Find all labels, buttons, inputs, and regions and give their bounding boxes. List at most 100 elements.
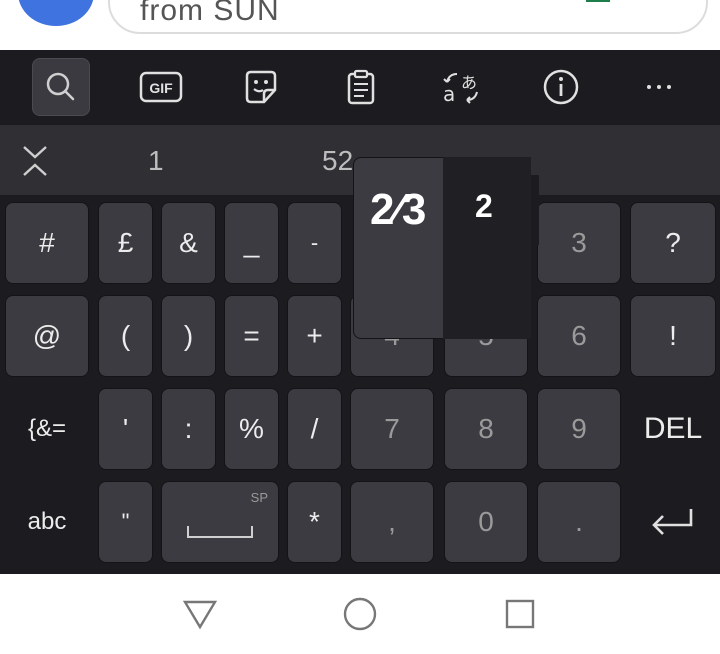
key-at[interactable]: @ (5, 295, 89, 377)
key-period[interactable]: . (537, 481, 621, 563)
keyboard: GIF a あ 1 52 # £ & _ - 3 ? @ () = + 6 !… (0, 50, 720, 574)
clipboard-button[interactable] (332, 58, 390, 116)
svg-text:GIF: GIF (149, 80, 173, 96)
more-icon (647, 85, 671, 89)
key-label: ' (122, 413, 129, 444)
key-label: : (184, 413, 193, 444)
key-space[interactable]: SP (161, 481, 279, 563)
key-label: @ (32, 320, 62, 351)
key-label: abc (27, 508, 67, 535)
key-0[interactable]: 0 (444, 481, 528, 563)
key-label: ) (183, 320, 194, 351)
key-label: , (388, 506, 396, 537)
app-icon[interactable] (586, 0, 610, 2)
search-button[interactable] (32, 58, 90, 116)
key-8[interactable]: 8 (444, 388, 528, 470)
key-slash[interactable]: / (287, 388, 342, 470)
popup-divider (531, 175, 539, 245)
key-label: = (243, 320, 260, 351)
key-label: ( (120, 320, 131, 351)
key-label: 7 (384, 413, 400, 444)
key-apostrophe[interactable]: ' (98, 388, 153, 470)
key-asterisk[interactable]: * (287, 481, 342, 563)
candidate-item[interactable]: 52 (322, 145, 353, 177)
key-label: _ (243, 227, 260, 258)
key-close-paren[interactable]: ) (161, 295, 216, 377)
space-bar-icon (187, 526, 253, 538)
collapse-icon[interactable] (18, 143, 52, 179)
key-label: * (309, 506, 320, 537)
key-label: {&= (27, 415, 67, 442)
key-quote[interactable]: " (98, 481, 153, 563)
app-top-area: from SUN (0, 0, 720, 50)
gif-button[interactable]: GIF (132, 58, 190, 116)
candidate-item[interactable]: 1 (148, 145, 164, 177)
key-label: 3 (571, 227, 587, 258)
popup-option-fraction[interactable]: 2⁄3 (370, 185, 426, 235)
key-underscore[interactable]: _ (224, 202, 279, 284)
more-button[interactable] (630, 58, 688, 116)
avatar[interactable] (18, 0, 94, 26)
key-label: 9 (571, 413, 587, 444)
key-equals[interactable]: = (224, 295, 279, 377)
key-plus[interactable]: + (287, 295, 342, 377)
key-3[interactable]: 3 (537, 202, 621, 284)
key-label: / (310, 413, 319, 444)
svg-text:あ: あ (461, 73, 477, 92)
search-field[interactable]: from SUN (108, 0, 708, 34)
key-label: DEL (643, 412, 703, 445)
key-pound[interactable]: £ (98, 202, 153, 284)
navigation-bar (0, 574, 720, 654)
key-exclamation[interactable]: ! (630, 295, 716, 377)
key-7[interactable]: 7 (350, 388, 434, 470)
key-comma[interactable]: , (350, 481, 434, 563)
key-label: - (310, 230, 319, 255)
key-label: 0 (478, 506, 494, 537)
back-button[interactable] (180, 594, 220, 634)
sticker-button[interactable] (232, 58, 290, 116)
key-question[interactable]: ? (630, 202, 716, 284)
key-label: . (575, 506, 583, 537)
keyboard-toolbar: GIF a あ (0, 50, 720, 124)
search-icon (46, 72, 75, 101)
popup-selected-option[interactable] (443, 157, 531, 339)
key-6[interactable]: 6 (537, 295, 621, 377)
back-triangle-icon (182, 600, 218, 630)
recents-button[interactable] (500, 594, 540, 634)
home-button[interactable] (340, 594, 380, 634)
key-enter[interactable] (630, 481, 716, 563)
search-text: from SUN (140, 0, 280, 27)
key-label: % (239, 413, 264, 444)
key-more-symbols[interactable]: {&= (5, 388, 89, 470)
key-label: £ (117, 227, 134, 258)
key-label: # (39, 227, 55, 258)
key-delete[interactable]: DEL (630, 388, 716, 470)
key-label: & (179, 227, 198, 258)
key-abc[interactable]: abc (5, 481, 89, 563)
enter-icon (652, 509, 693, 535)
info-button[interactable] (532, 58, 590, 116)
svg-text:a: a (443, 82, 455, 106)
gif-icon: GIF (139, 71, 183, 103)
popup-option-digit[interactable]: 2 (475, 188, 493, 225)
key-label: " (121, 509, 130, 534)
home-circle-icon (343, 597, 377, 631)
key-label: ! (669, 320, 677, 351)
key-percent[interactable]: % (224, 388, 279, 470)
key-label: 8 (478, 413, 494, 444)
sticker-icon (245, 70, 277, 104)
key-hash[interactable]: # (5, 202, 89, 284)
key-label: 6 (571, 320, 587, 351)
key-hyphen[interactable]: - (287, 202, 342, 284)
info-icon (543, 69, 579, 105)
key-label: + (306, 320, 323, 351)
key-9[interactable]: 9 (537, 388, 621, 470)
key-colon[interactable]: : (161, 388, 216, 470)
translate-button[interactable]: a あ (432, 58, 490, 116)
key-open-paren[interactable]: ( (98, 295, 153, 377)
recents-square-icon (505, 599, 535, 629)
key-ampersand[interactable]: & (161, 202, 216, 284)
space-label: SP (250, 490, 268, 505)
translate-icon: a あ (443, 73, 478, 106)
clipboard-icon (347, 69, 375, 105)
